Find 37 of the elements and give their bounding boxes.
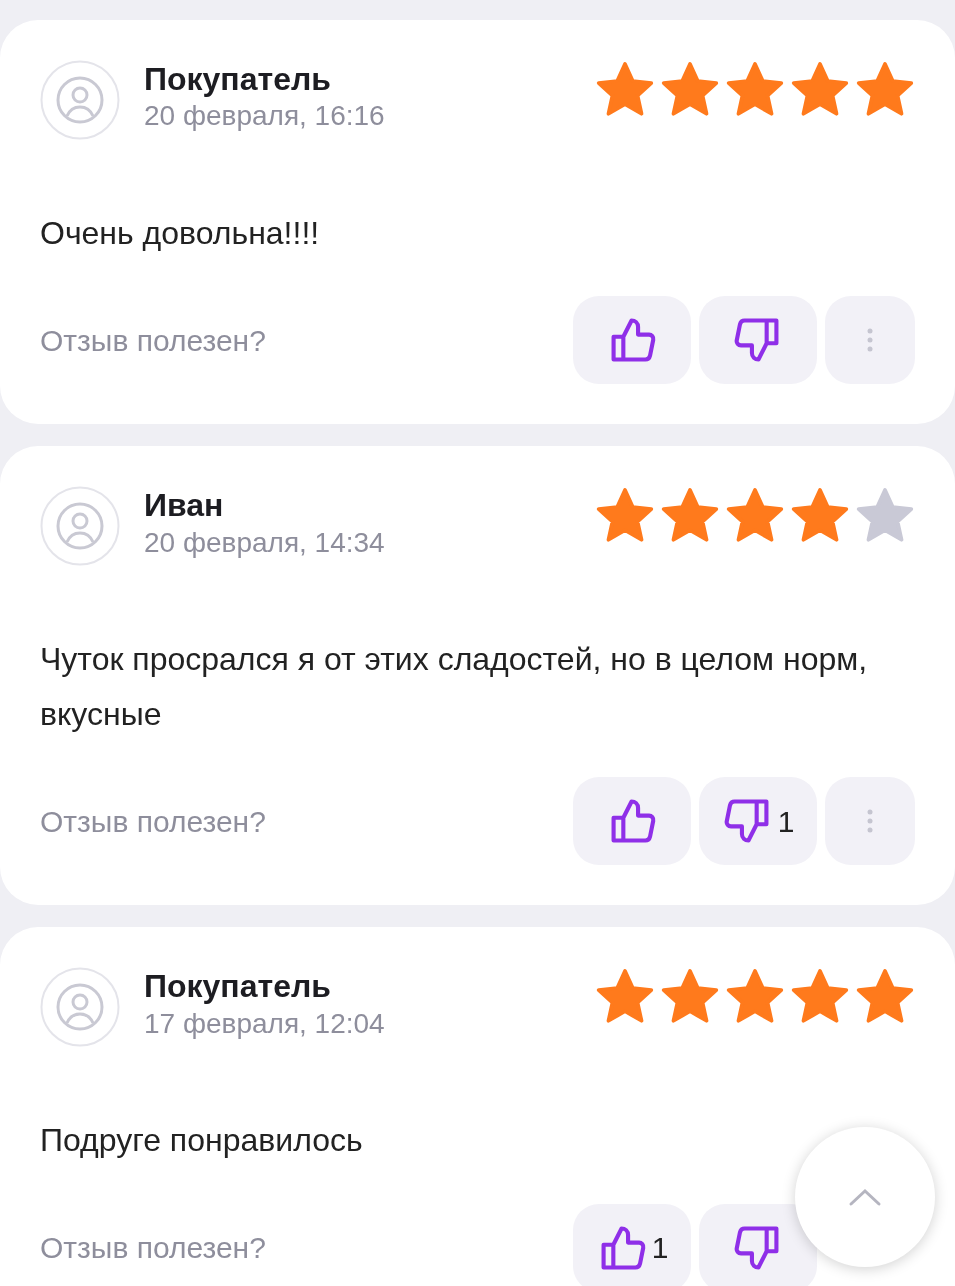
star-icon (660, 60, 720, 118)
author-name: Иван (144, 486, 225, 525)
review-date: 17 февраля, 12:04 (144, 1006, 386, 1041)
star-icon (790, 486, 850, 545)
like-button[interactable]: 1 (573, 1203, 691, 1286)
helpful-label: Отзыв полезен? (40, 803, 267, 840)
star-icon (725, 486, 785, 545)
helpful-label: Отзыв полезен? (40, 1230, 267, 1267)
review-text: Подруге понравилось (40, 1121, 364, 1161)
star-icon (660, 967, 720, 1026)
star-icon (595, 967, 655, 1026)
star-icon (595, 60, 655, 118)
dislike-button[interactable] (699, 296, 817, 385)
star-icon (660, 486, 720, 545)
avatar-icon (40, 967, 120, 1048)
review-text: Очень довольна!!!! (40, 214, 321, 253)
star-icon (855, 60, 915, 118)
author-name: Покупатель (144, 967, 332, 1006)
review-text: Чуток просрался я от этих сладостей, но в целом норм, вкусные (40, 640, 869, 734)
star-icon (725, 60, 785, 118)
star-icon (790, 967, 850, 1026)
helpful-label: Отзыв полезен? (40, 322, 267, 359)
avatar-icon (40, 486, 120, 567)
like-button[interactable] (573, 296, 691, 385)
chevron-up-icon (848, 1187, 882, 1207)
star-icon (595, 486, 655, 545)
star-icon (790, 60, 850, 118)
review-date: 20 февраля, 16:16 (144, 99, 386, 134)
star-icon (725, 967, 785, 1026)
dislike-button[interactable] (699, 1203, 817, 1286)
like-button[interactable] (573, 777, 691, 866)
star-icon (855, 967, 915, 1026)
author-name: Покупатель (144, 60, 332, 99)
review-date: 20 февраля, 14:34 (144, 525, 386, 560)
avatar-icon (40, 60, 120, 140)
dislike-button[interactable]: 1 (699, 777, 817, 866)
star-icon (855, 486, 915, 545)
